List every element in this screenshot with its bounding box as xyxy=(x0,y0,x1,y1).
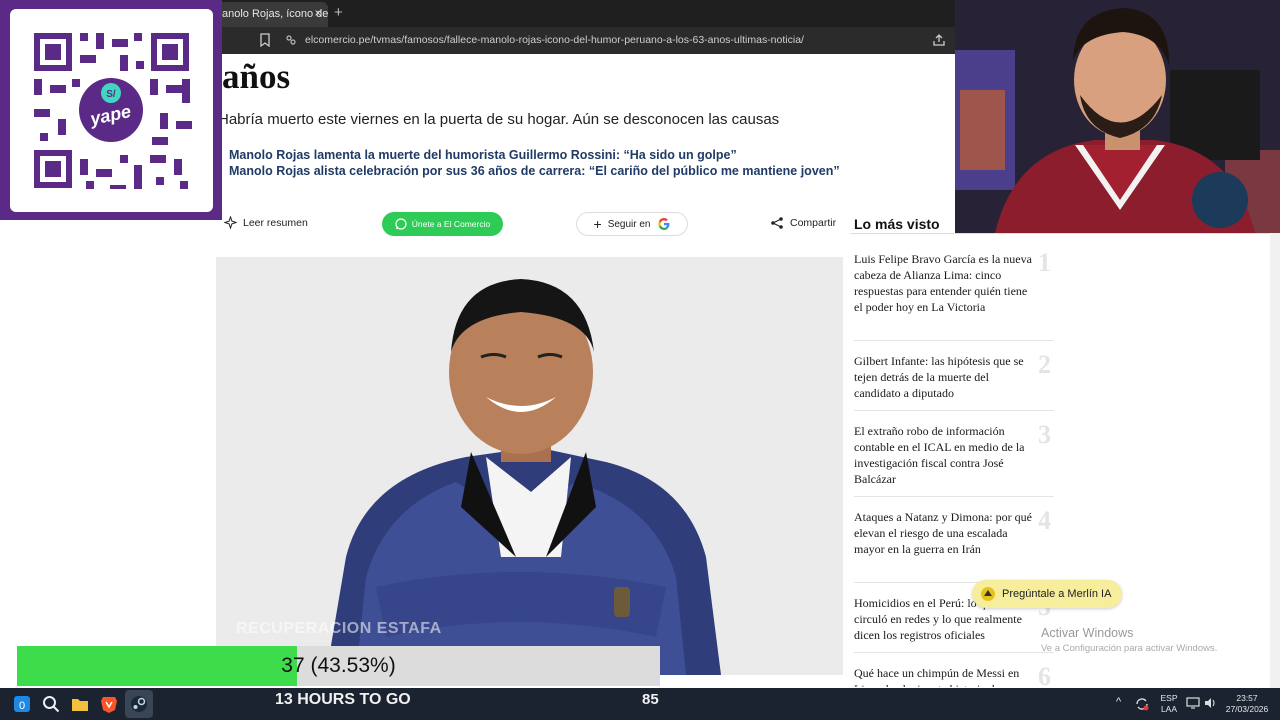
donation-qr-panel: S/ yape xyxy=(0,0,222,220)
tray-caret-icon[interactable]: ^ xyxy=(1116,697,1121,708)
share-page-icon[interactable] xyxy=(932,33,946,47)
plus-icon: + xyxy=(593,216,602,232)
svg-text:0: 0 xyxy=(19,700,25,712)
input-language[interactable]: ESP LAA xyxy=(1158,693,1180,715)
activate-windows-title: Activar Windows xyxy=(1041,626,1134,640)
most-read-number: 1 xyxy=(1038,248,1051,277)
goal-count: 85 xyxy=(642,691,659,708)
most-read-item[interactable]: El extraño robo de información contable … xyxy=(854,423,1032,487)
clock-date: 27/03/2026 xyxy=(1225,704,1269,714)
sync-icon[interactable] xyxy=(1134,696,1150,712)
share-icon xyxy=(771,217,783,229)
most-read-number: 2 xyxy=(1038,350,1051,379)
notification-app-icon[interactable]: 0 xyxy=(12,694,32,714)
item-divider xyxy=(854,652,1054,653)
clock-time: 23:57 xyxy=(1236,693,1258,703)
most-read-item[interactable]: Luis Felipe Bravo García es la nueva cab… xyxy=(854,251,1032,315)
article-subheadline: Habría muerto este viernes en la puerta … xyxy=(218,111,780,128)
tab-close-icon[interactable]: × xyxy=(312,5,324,21)
whatsapp-icon xyxy=(395,218,407,230)
join-whatsapp-button[interactable]: Únete a El Comercio xyxy=(382,212,503,236)
most-read-item[interactable]: Ataques a Natanz y Dimona: por qué eleva… xyxy=(854,509,1032,557)
goal-progress-bar: 37 (43.53%) xyxy=(17,646,660,686)
merlin-label: Pregúntale a Merlín IA xyxy=(1002,588,1112,600)
item-divider xyxy=(854,410,1054,411)
share-button[interactable]: Compartir xyxy=(770,216,836,230)
site-settings-icon[interactable] xyxy=(285,34,297,46)
follow-google-button[interactable]: + Seguir en xyxy=(576,212,688,236)
google-icon xyxy=(657,218,669,230)
most-read-item[interactable]: Qué hace un chimpún de Messi en Lima: la… xyxy=(854,665,1032,687)
most-read-divider xyxy=(850,233,1280,234)
read-summary-button[interactable]: Leer resumen xyxy=(224,216,308,229)
keyboard-layout: LAA xyxy=(1160,704,1178,714)
network-icon[interactable] xyxy=(1186,696,1200,710)
webcam-overlay xyxy=(955,0,1280,233)
volume-icon[interactable] xyxy=(1203,696,1217,710)
qr-card: S/ yape xyxy=(10,9,213,212)
related-link[interactable]: Manolo Rojas lamenta la muerte del humor… xyxy=(229,148,737,162)
person-photo-illustration xyxy=(216,257,843,675)
related-link[interactable]: Manolo Rojas alista celebración por sus … xyxy=(229,164,840,178)
join-whatsapp-label: Únete a El Comercio xyxy=(411,219,491,229)
most-read-number: 4 xyxy=(1038,506,1051,535)
windows-taskbar xyxy=(0,688,1280,720)
merlin-ai-button[interactable]: Pregúntale a Merlín IA xyxy=(972,580,1122,608)
streamer-camera-illustration xyxy=(955,0,1280,233)
most-read-item[interactable]: Gilbert Infante: las hipótesis que se te… xyxy=(854,353,1032,401)
item-divider xyxy=(854,340,1054,341)
item-divider xyxy=(854,496,1054,497)
most-read-number: 3 xyxy=(1038,420,1051,449)
activate-windows-subtitle: Ve a Configuración para activar Windows. xyxy=(1041,643,1218,654)
language-code: ESP xyxy=(1160,693,1178,703)
read-summary-label: Leer resumen xyxy=(243,216,308,229)
article-headline: años xyxy=(222,57,291,96)
most-read-title: Lo más visto xyxy=(854,216,940,232)
qr-currency-symbol: S/ xyxy=(106,89,116,100)
sparkle-icon xyxy=(224,216,237,229)
stream-watermark: RECUPERACION ESTAFA xyxy=(236,620,442,637)
new-tab-icon[interactable]: + xyxy=(334,5,343,21)
file-explorer-icon[interactable] xyxy=(70,694,90,714)
goal-progress-label: 37 (43.53%) xyxy=(281,654,396,677)
brave-browser-icon[interactable] xyxy=(99,694,119,714)
article-photo xyxy=(216,257,843,675)
countdown-text: 13 HOURS TO GO xyxy=(275,691,411,708)
page-scrollbar[interactable] xyxy=(1270,233,1280,688)
url-text[interactable]: elcomercio.pe/tvmas/famosos/fallece-mano… xyxy=(305,34,804,47)
merlin-icon xyxy=(981,587,995,601)
steam-icon[interactable] xyxy=(129,694,149,714)
qr-code-icon: S/ yape xyxy=(34,33,192,189)
clock[interactable]: 23:57 27/03/2026 xyxy=(1224,693,1270,715)
follow-label: Seguir en xyxy=(607,218,651,230)
share-label: Compartir xyxy=(790,217,837,229)
bookmark-icon[interactable] xyxy=(258,33,272,47)
search-icon[interactable] xyxy=(41,694,61,714)
